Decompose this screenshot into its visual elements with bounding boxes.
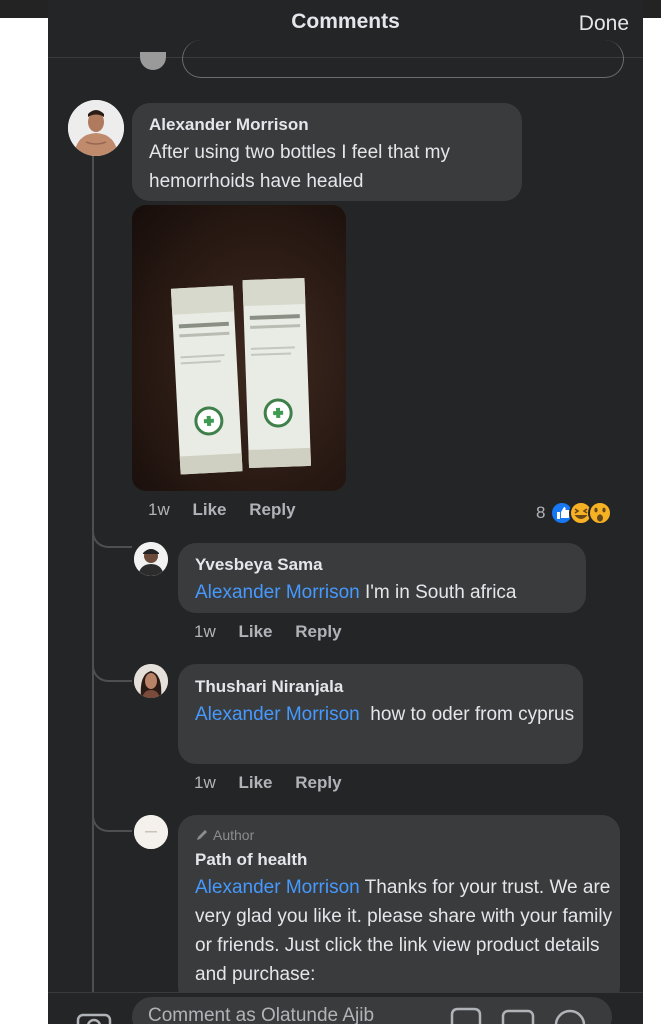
comment-actions: 1w Like Reply: [148, 500, 296, 520]
comment-bubble: Alexander Morrison After using two bottl…: [132, 103, 522, 201]
sticker-icon[interactable]: [448, 1005, 484, 1024]
reply-author[interactable]: Thushari Niranjala: [195, 677, 343, 697]
author-badge: Author: [195, 827, 254, 843]
reply-body: I'm in South africa: [359, 582, 517, 603]
thread-branch: [92, 660, 132, 682]
comment-composer: Comment as Olatunde Ajib: [48, 992, 643, 1024]
reply-bubble: Author Path of health Alexander Morrison…: [178, 815, 620, 1005]
reply-bubble: Yvesbeya Sama Alexander Morrison I'm in …: [178, 543, 586, 613]
reactions-summary[interactable]: 8: [536, 500, 613, 526]
reply-text: Alexander Morrison how to oder from cypr…: [195, 700, 577, 729]
reply-button[interactable]: Reply: [249, 500, 295, 519]
avatar[interactable]: [134, 815, 168, 849]
reply-author[interactable]: Yvesbeya Sama: [195, 555, 323, 575]
camera-icon[interactable]: [74, 1007, 114, 1024]
person-photo-icon: [134, 664, 168, 698]
reply-button[interactable]: Reply: [295, 622, 341, 641]
reply-text: Alexander Morrison Thanks for your trust…: [195, 873, 615, 989]
mention-link[interactable]: Alexander Morrison: [195, 877, 360, 898]
like-button[interactable]: Like: [238, 773, 272, 792]
author-badge-label: Author: [213, 827, 255, 843]
person-photo-icon: [134, 542, 168, 576]
comment-photo[interactable]: [132, 205, 346, 491]
reply-input[interactable]: [182, 40, 624, 78]
comment-author[interactable]: Alexander Morrison: [149, 115, 309, 135]
avatar[interactable]: [134, 664, 168, 698]
comment-input-placeholder: Comment as Olatunde Ajib: [148, 1005, 375, 1024]
avatar: [140, 52, 166, 70]
mention-link[interactable]: Alexander Morrison: [195, 582, 360, 603]
reply-body: how to oder from cyprus: [359, 704, 575, 725]
comment-time: 1w: [148, 500, 170, 519]
thread-branch: [92, 526, 132, 548]
comment-text: After using two bottles I feel that my h…: [149, 142, 450, 192]
reply-bubble: Thushari Niranjala Alexander Morrison ho…: [178, 664, 583, 764]
page-logo-icon: [134, 815, 168, 849]
person-photo-icon: [68, 100, 124, 156]
mention-link[interactable]: Alexander Morrison: [195, 704, 360, 725]
pencil-icon: [197, 830, 207, 840]
thread-line: [92, 148, 94, 993]
page-title: Comments: [291, 10, 400, 33]
emoji-icon[interactable]: [552, 1005, 588, 1024]
reply-time: 1w: [194, 622, 216, 641]
like-button[interactable]: Like: [192, 500, 226, 519]
reply-author[interactable]: Path of health: [195, 850, 307, 870]
comments-sheet: Comments Done Alexander Morrison After u…: [48, 0, 643, 1024]
avatar[interactable]: [134, 542, 168, 576]
reactions-icons: [550, 501, 613, 525]
reaction-count: 8: [536, 503, 546, 522]
like-button[interactable]: Like: [238, 622, 272, 641]
thread-branch: [92, 810, 132, 832]
gif-icon[interactable]: [500, 1005, 536, 1024]
reply-actions: 1w Like Reply: [194, 622, 342, 642]
reply-actions: 1w Like Reply: [194, 773, 342, 793]
avatar[interactable]: [68, 100, 124, 156]
reply-text: Alexander Morrison I'm in South africa: [195, 578, 579, 607]
reply-time: 1w: [194, 773, 216, 792]
done-button[interactable]: Done: [579, 12, 629, 36]
wow-icon: [588, 501, 613, 525]
product-bottles-image: [170, 277, 312, 475]
reply-button[interactable]: Reply: [295, 773, 341, 792]
